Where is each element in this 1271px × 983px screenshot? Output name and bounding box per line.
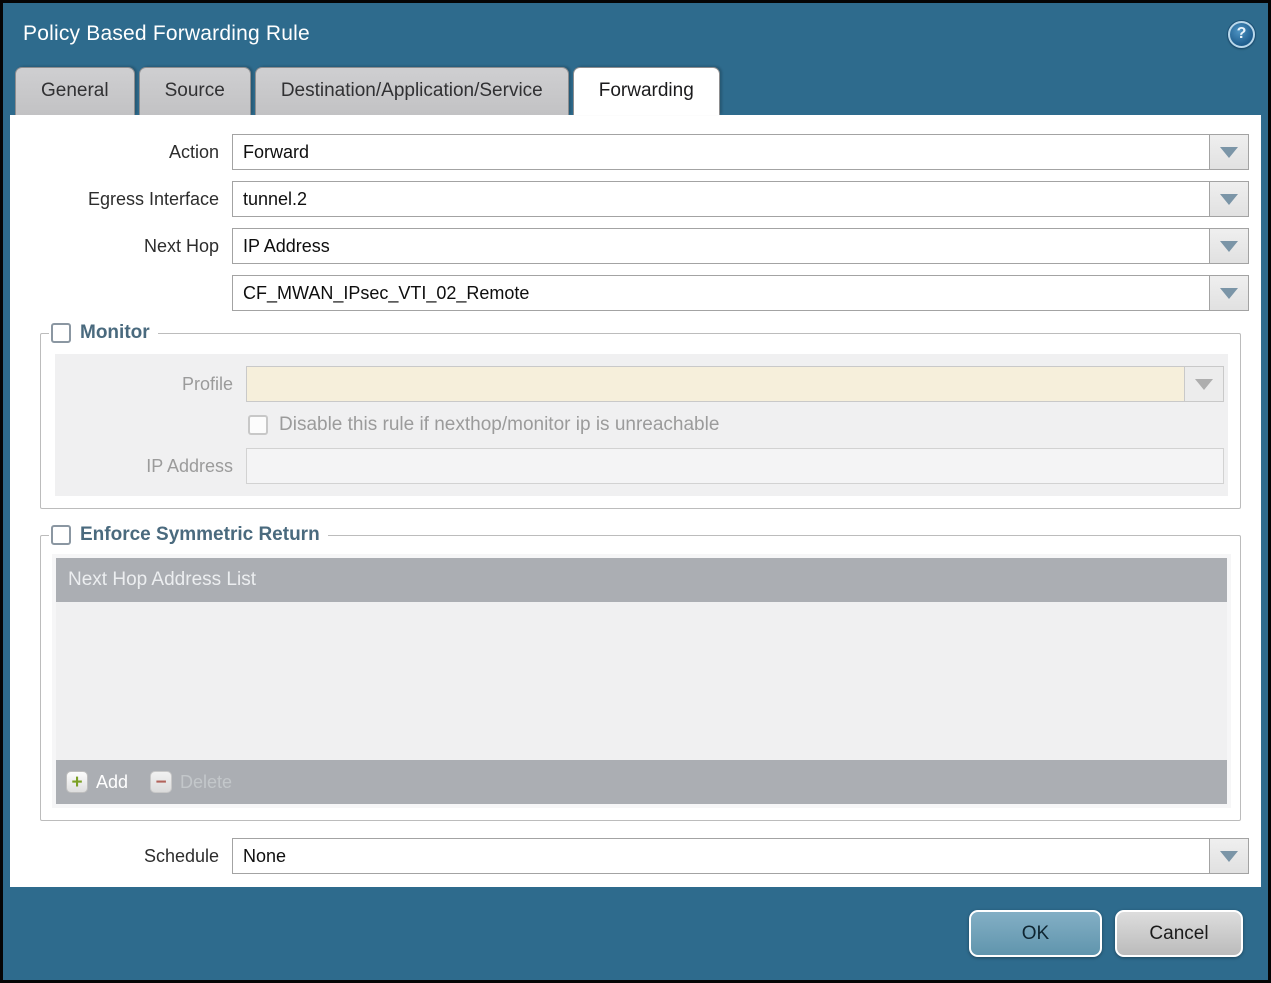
next-hop-address-list-toolbar: + Add − Delete [56, 760, 1227, 804]
help-icon: ? [1237, 25, 1247, 43]
disable-rule-checkbox [248, 415, 268, 435]
dialog-footer: OK Cancel [3, 887, 1268, 980]
add-plus-icon: + [66, 771, 88, 793]
egress-interface-value[interactable]: tunnel.2 [232, 181, 1210, 217]
next-hop-type-select[interactable]: IP Address [232, 228, 1249, 264]
next-hop-address-value[interactable]: CF_MWAN_IPsec_VTI_02_Remote [232, 275, 1210, 311]
next-hop-address-list-header: Next Hop Address List [56, 558, 1227, 602]
schedule-value[interactable]: None [232, 838, 1210, 874]
enforce-symmetric-return-legend: Enforce Symmetric Return [49, 524, 328, 546]
action-select[interactable]: Forward [232, 134, 1249, 170]
next-hop-type-value[interactable]: IP Address [232, 228, 1210, 264]
chevron-down-icon [1220, 851, 1238, 862]
delete-button: − Delete [150, 771, 232, 793]
egress-interface-row: Egress Interface tunnel.2 [20, 181, 1249, 217]
disable-rule-label: Disable this rule if nexthop/monitor ip … [279, 414, 719, 436]
egress-interface-label: Egress Interface [20, 189, 232, 210]
delete-minus-icon: − [150, 771, 172, 793]
monitor-panel: Profile Disable this rule if nexthop/mon… [55, 354, 1228, 496]
profile-value [246, 366, 1185, 402]
forwarding-tab-panel: Action Forward Egress Interface tunnel.2… [10, 115, 1261, 887]
tab-general[interactable]: General [15, 67, 135, 115]
chevron-down-icon [1220, 288, 1238, 299]
next-hop-label: Next Hop [20, 236, 232, 257]
chevron-down-icon [1220, 241, 1238, 252]
next-hop-type-dropdown-trigger[interactable] [1210, 228, 1249, 264]
dialog-title: Policy Based Forwarding Rule [23, 22, 310, 46]
next-hop-address-list-header-label: Next Hop Address List [68, 569, 256, 591]
schedule-row: Schedule None [20, 838, 1249, 874]
chevron-down-icon [1195, 379, 1213, 390]
next-hop-row: Next Hop IP Address [20, 228, 1249, 264]
enforce-symmetric-return-fieldset: Enforce Symmetric Return Next Hop Addres… [40, 524, 1241, 821]
help-button[interactable]: ? [1228, 21, 1255, 48]
add-button-label: Add [96, 772, 128, 793]
schedule-dropdown-trigger[interactable] [1210, 838, 1249, 874]
next-hop-address-row: CF_MWAN_IPsec_VTI_02_Remote [20, 275, 1249, 311]
ok-button[interactable]: OK [969, 910, 1102, 957]
chevron-down-icon [1220, 147, 1238, 158]
enforce-symmetric-return-legend-label: Enforce Symmetric Return [80, 524, 320, 546]
egress-interface-select[interactable]: tunnel.2 [232, 181, 1249, 217]
enforce-symmetric-return-checkbox[interactable] [51, 525, 71, 545]
schedule-label: Schedule [20, 846, 232, 867]
next-hop-address-list-table: Next Hop Address List + Add − Delete [56, 558, 1227, 804]
tab-source[interactable]: Source [139, 67, 251, 115]
chevron-down-icon [1220, 194, 1238, 205]
monitor-ip-row: IP Address [59, 448, 1224, 484]
monitor-legend: Monitor [49, 322, 158, 344]
profile-label: Profile [59, 374, 246, 395]
action-row: Action Forward [20, 134, 1249, 170]
profile-select [246, 366, 1224, 402]
tab-forwarding[interactable]: Forwarding [573, 67, 720, 115]
monitor-ip-label: IP Address [59, 456, 246, 477]
schedule-select[interactable]: None [232, 838, 1249, 874]
action-dropdown-trigger[interactable] [1210, 134, 1249, 170]
action-label: Action [20, 142, 232, 163]
next-hop-address-dropdown-trigger[interactable] [1210, 275, 1249, 311]
next-hop-address-select[interactable]: CF_MWAN_IPsec_VTI_02_Remote [232, 275, 1249, 311]
profile-row: Profile [59, 366, 1224, 402]
tab-destination-application-service[interactable]: Destination/Application/Service [255, 67, 569, 115]
delete-button-label: Delete [180, 772, 232, 793]
next-hop-address-list-panel: Next Hop Address List + Add − Delete [52, 554, 1231, 808]
tab-bar: General Source Destination/Application/S… [3, 65, 1268, 115]
egress-interface-dropdown-trigger[interactable] [1210, 181, 1249, 217]
cancel-button[interactable]: Cancel [1115, 910, 1243, 957]
add-button[interactable]: + Add [66, 771, 128, 793]
profile-dropdown-trigger [1185, 366, 1224, 402]
monitor-fieldset: Monitor Profile Disable this rule if nex… [40, 322, 1241, 509]
action-value[interactable]: Forward [232, 134, 1210, 170]
monitor-ip-input [246, 448, 1224, 484]
next-hop-address-list-body[interactable] [56, 602, 1227, 760]
dialog-titlebar: Policy Based Forwarding Rule ? [3, 3, 1268, 65]
disable-rule-row: Disable this rule if nexthop/monitor ip … [248, 414, 1224, 436]
monitor-legend-label: Monitor [80, 322, 150, 344]
monitor-checkbox[interactable] [51, 323, 71, 343]
pbf-rule-dialog: Policy Based Forwarding Rule ? General S… [0, 0, 1271, 983]
